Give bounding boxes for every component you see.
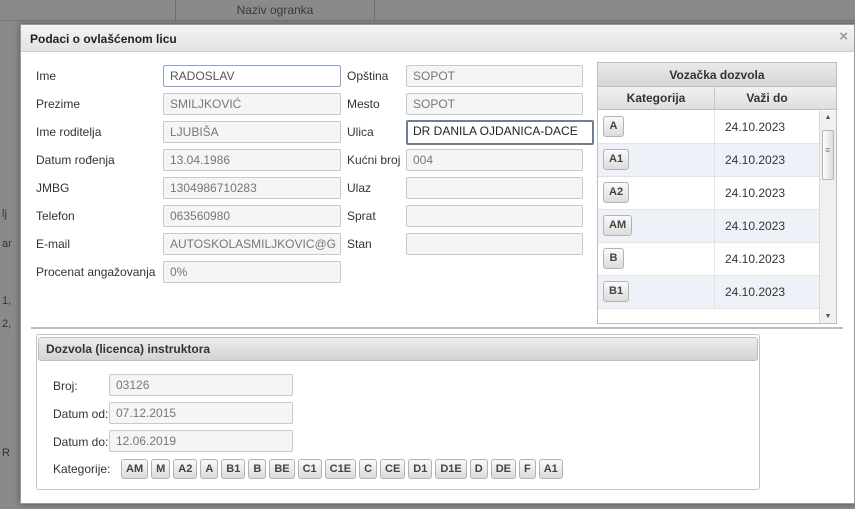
close-icon[interactable]: × xyxy=(839,28,848,45)
kategorija-badge: C xyxy=(359,459,378,479)
vazi-do-cell: 24.10.2023 xyxy=(725,186,786,200)
kategorija-badge: A2 xyxy=(173,459,198,479)
bg-stub: R xyxy=(2,447,10,459)
opstina-label: Opština xyxy=(347,69,389,83)
email-field[interactable]: AUTOSKOLASMILJKOVIC@G xyxy=(163,233,341,255)
table-row[interactable]: B 24.10.2023 xyxy=(598,243,820,276)
category-badge: A2 xyxy=(603,182,630,203)
kategorija-badge: B xyxy=(248,459,267,479)
telefon-label: Telefon xyxy=(36,209,75,223)
kategorije-label: Kategorije: xyxy=(53,462,111,476)
datum-rodjenja-label: Datum rođenja xyxy=(36,153,115,167)
table-row[interactable]: B1 24.10.2023 xyxy=(598,276,820,309)
vertical-scrollbar[interactable]: ▲ ≡ ▼ xyxy=(819,111,836,323)
stan-field[interactable] xyxy=(406,233,583,255)
angazovanje-label: Procenat angažovanja xyxy=(36,265,156,279)
category-badge: A xyxy=(603,116,624,137)
kategorija-badge: DE xyxy=(490,459,516,479)
category-badge: AM xyxy=(603,215,633,236)
section-divider xyxy=(31,327,843,329)
category-badge: B xyxy=(603,248,624,269)
table-header: Kategorija Važi do xyxy=(598,87,836,110)
vazi-do-cell: 24.10.2023 xyxy=(725,153,786,167)
kategorija-badge: C1E xyxy=(324,459,357,479)
ulica-label: Ulica xyxy=(347,125,374,139)
ulica-field[interactable]: DR DANILA OJDANICA-DACE xyxy=(406,120,594,145)
opstina-field[interactable]: SOPOT xyxy=(406,65,583,87)
kategorije-list: AM M A2 A B1 B BE C1 C1E C CE D1 D1E D D… xyxy=(121,459,563,479)
kucni-broj-field[interactable]: 004 xyxy=(406,149,583,171)
ime-roditelja-field[interactable]: LJUBIŠA xyxy=(163,121,341,143)
ulaz-label: Ulaz xyxy=(347,181,372,195)
scroll-down-icon[interactable]: ▼ xyxy=(820,310,836,323)
kategorija-badge: C1 xyxy=(297,459,322,479)
grip-icon: ≡ xyxy=(825,145,831,155)
telefon-field[interactable]: 063560980 xyxy=(163,205,341,227)
scroll-up-icon[interactable]: ▲ xyxy=(820,111,836,125)
kategorija-badge: BE xyxy=(269,459,295,479)
kategorija-badge: F xyxy=(519,459,536,479)
ulaz-field[interactable] xyxy=(406,177,583,199)
vazi-do-cell: 24.10.2023 xyxy=(725,120,786,134)
ime-roditelja-label: Ime roditelja xyxy=(36,125,102,139)
ovlasceno-lice-dialog: Podaci o ovlašćenom licu × Ime RADOSLAV … xyxy=(20,24,855,504)
dialog-header: Podaci o ovlašćenom licu × xyxy=(21,25,854,52)
bg-stub: ar xyxy=(2,238,12,250)
vazi-do-cell: 24.10.2023 xyxy=(725,252,786,266)
jmbg-field[interactable]: 1304986710283 xyxy=(163,177,341,199)
jmbg-label: JMBG xyxy=(36,181,70,195)
licenca-title: Dozvola (licenca) instruktora xyxy=(38,337,758,361)
kategorija-badge: D1 xyxy=(408,459,433,479)
kategorija-badge: A1 xyxy=(538,459,563,479)
col-kategorija[interactable]: Kategorija xyxy=(598,87,715,109)
col-vazi-do[interactable]: Važi do xyxy=(715,87,819,109)
bg-stub: 2, xyxy=(2,318,12,330)
ime-field[interactable]: RADOSLAV xyxy=(163,65,341,87)
datum-rodjenja-field[interactable]: 13.04.1986 xyxy=(163,149,341,171)
mesto-field[interactable]: SOPOT xyxy=(406,93,583,115)
datum-do-field[interactable]: 12.06.2019 xyxy=(109,430,293,452)
bg-divider xyxy=(0,20,855,21)
licenca-panel: Dozvola (licenca) instruktora Broj: 0312… xyxy=(36,334,760,490)
kategorija-badge: A xyxy=(200,459,219,479)
kategorija-badge: CE xyxy=(380,459,406,479)
kategorija-badge: AM xyxy=(121,459,149,479)
sprat-field[interactable] xyxy=(406,205,583,227)
table-row[interactable]: A1 24.10.2023 xyxy=(598,144,820,177)
sprat-label: Sprat xyxy=(347,209,376,223)
kategorija-badge: D1E xyxy=(435,459,467,479)
scroll-thumb[interactable] xyxy=(822,130,834,180)
email-label: E-mail xyxy=(36,237,71,251)
angazovanje-field[interactable]: 0% xyxy=(163,261,341,283)
table-row[interactable]: A 24.10.2023 xyxy=(598,111,820,144)
kucni-broj-label: Kućni broj xyxy=(347,153,401,167)
datum-od-field[interactable]: 07.12.2015 xyxy=(109,402,293,424)
table-row[interactable]: A2 24.10.2023 xyxy=(598,177,820,210)
datum-od-label: Datum od: xyxy=(53,407,109,421)
table-row[interactable]: AM 24.10.2023 xyxy=(598,210,820,243)
bg-stub: lj xyxy=(2,208,7,220)
kategorija-badge: M xyxy=(151,459,171,479)
stan-label: Stan xyxy=(347,237,372,251)
bg-stub: 1, xyxy=(2,295,12,307)
bg-column-header: Naziv ogranka xyxy=(175,0,375,20)
vazi-do-cell: 24.10.2023 xyxy=(725,285,786,299)
dialog-title: Podaci o ovlašćenom licu xyxy=(30,32,177,46)
kategorija-badge: B1 xyxy=(221,459,246,479)
broj-label: Broj: xyxy=(53,379,78,393)
vozacka-dozvola-table: Vozačka dozvola Kategorija Važi do A 24.… xyxy=(597,62,837,324)
category-badge: B1 xyxy=(603,281,630,302)
ime-label: Ime xyxy=(36,69,57,83)
category-badge: A1 xyxy=(603,149,630,170)
kategorija-badge: D xyxy=(469,459,488,479)
mesto-label: Mesto xyxy=(347,97,380,111)
vozacka-dozvola-title: Vozačka dozvola xyxy=(598,63,836,87)
prezime-label: Prezime xyxy=(36,97,81,111)
datum-do-label: Datum do: xyxy=(53,435,109,449)
vazi-do-cell: 24.10.2023 xyxy=(725,219,786,233)
prezime-field[interactable]: SMILJKOVIĆ xyxy=(163,93,341,115)
broj-field[interactable]: 03126 xyxy=(109,374,293,396)
